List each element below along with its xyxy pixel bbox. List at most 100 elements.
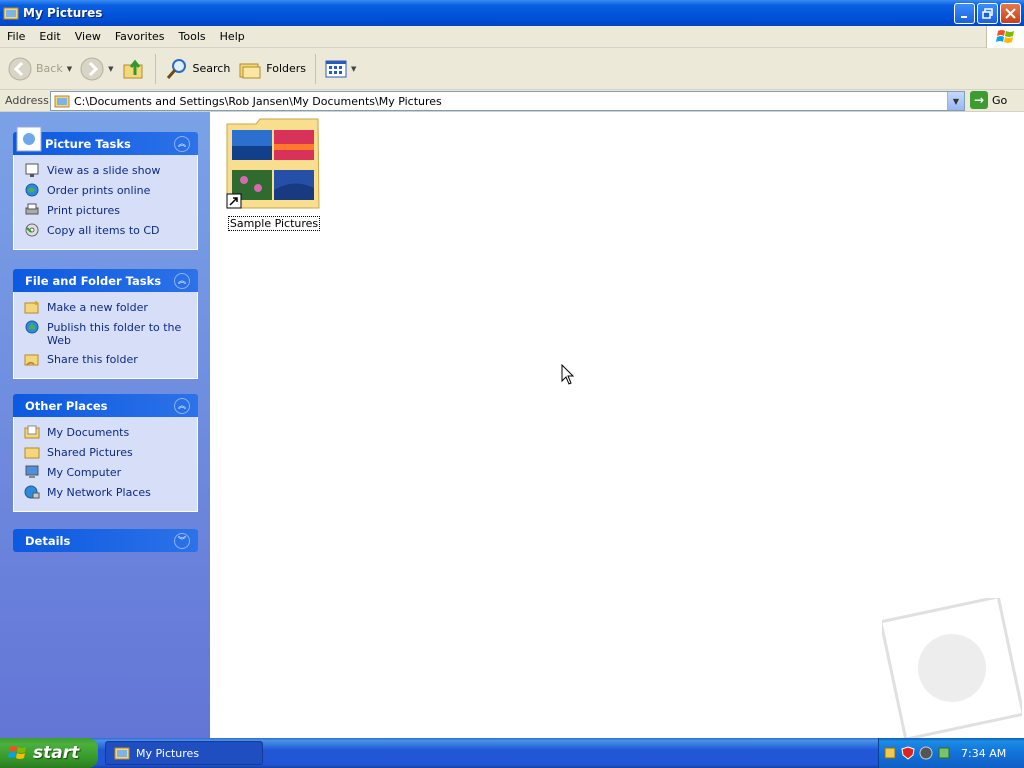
picture-tasks-panel: Picture Tasks ︽ View as a slide show Ord…: [13, 126, 198, 250]
collapse-chevron-icon[interactable]: ︽: [174, 135, 190, 152]
expand-chevron-icon[interactable]: ︾: [174, 532, 190, 549]
folder-item[interactable]: Sample Pictures: [226, 118, 322, 231]
file-folder-tasks-body: Make a new folder Publish this folder to…: [13, 292, 198, 379]
start-button[interactable]: start: [0, 738, 98, 768]
publish-web-icon: [24, 319, 40, 335]
address-dropdown-button[interactable]: ▼: [947, 92, 964, 110]
folder-icon: [24, 444, 40, 460]
search-label: Search: [192, 62, 231, 75]
slideshow-icon: [24, 162, 40, 178]
my-documents-icon: [24, 424, 40, 440]
other-places-body: My Documents Shared Pictures My Computer…: [13, 417, 198, 512]
place-my-documents[interactable]: My Documents: [24, 424, 197, 440]
security-shield-icon[interactable]: [901, 746, 915, 760]
tray-network-icon[interactable]: [883, 746, 897, 760]
folders-icon: [239, 63, 261, 78]
share-folder-icon: [24, 351, 40, 367]
watermark-picture-icon: [882, 598, 1022, 738]
folder-icon: [3, 7, 19, 20]
up-folder-button[interactable]: [118, 51, 150, 87]
menu-bar: File Edit View Favorites Tools Help: [0, 26, 1024, 48]
menu-tools[interactable]: Tools: [172, 30, 213, 43]
other-places-panel: Other Places ︽ My Documents Shared Pictu…: [13, 394, 198, 512]
start-label: start: [33, 743, 80, 763]
cd-icon: [24, 222, 40, 238]
taskbar-window-label: My Pictures: [136, 746, 200, 760]
globe-icon: [24, 182, 40, 198]
address-label: Address: [5, 94, 49, 107]
place-my-computer[interactable]: My Computer: [24, 464, 197, 480]
address-input[interactable]: C:\Documents and Settings\Rob Jansen\My …: [50, 91, 965, 111]
task-print-pictures[interactable]: Print pictures: [24, 202, 197, 218]
forward-button[interactable]: ▼: [76, 51, 117, 87]
other-places-header[interactable]: Other Places ︽: [13, 394, 198, 417]
details-header[interactable]: Details ︾: [13, 529, 198, 552]
picture-tasks-title: Picture Tasks: [45, 136, 131, 151]
clock[interactable]: 7:34 AM: [961, 747, 1006, 760]
views-dropdown-icon[interactable]: ▼: [351, 65, 356, 73]
folder-icon: [54, 95, 70, 108]
menu-file[interactable]: File: [0, 30, 32, 43]
mouse-cursor-icon: [561, 364, 575, 385]
menu-help[interactable]: Help: [213, 30, 252, 43]
task-order-prints[interactable]: Order prints online: [24, 182, 197, 198]
picture-tasks-body: View as a slide show Order prints online…: [13, 155, 198, 250]
address-bar: Address C:\Documents and Settings\Rob Ja…: [0, 90, 1024, 112]
back-button[interactable]: Back ▼: [4, 51, 76, 87]
task-publish-to-web[interactable]: Publish this folder to the Web: [24, 319, 197, 347]
windows-logo-icon: [8, 746, 26, 759]
place-my-network-places[interactable]: My Network Places: [24, 484, 197, 500]
minimize-icon: [960, 15, 967, 18]
go-label: Go: [992, 93, 1008, 107]
tray-speaker-icon[interactable]: [937, 746, 951, 760]
task-pane: Picture Tasks ︽ View as a slide show Ord…: [0, 112, 210, 738]
file-folder-tasks-header[interactable]: File and Folder Tasks ︽: [13, 269, 198, 292]
views-icon: [325, 60, 347, 77]
collapse-chevron-icon[interactable]: ︽: [174, 397, 190, 414]
menu-edit[interactable]: Edit: [32, 30, 67, 43]
menu-view[interactable]: View: [68, 30, 108, 43]
menu-favorites[interactable]: Favorites: [108, 30, 172, 43]
file-folder-tasks-title: File and Folder Tasks: [25, 273, 162, 288]
address-value: C:\Documents and Settings\Rob Jansen\My …: [74, 94, 442, 108]
network-places-icon: [24, 484, 40, 500]
toolbar-separator: [154, 53, 156, 84]
toolbar: Back ▼ ▼ Search Folders ▼: [0, 48, 1024, 90]
details-panel: Details ︾: [13, 529, 198, 552]
task-view-slide-show[interactable]: View as a slide show: [24, 162, 197, 178]
restore-icon: [982, 8, 993, 19]
task-make-new-folder[interactable]: Make a new folder: [24, 299, 197, 315]
place-shared-pictures[interactable]: Shared Pictures: [24, 444, 197, 460]
printer-icon: [24, 202, 40, 218]
folder-thumbnail-icon: [226, 118, 320, 209]
file-view[interactable]: Sample Pictures: [210, 112, 1024, 738]
minimize-button[interactable]: [954, 3, 975, 24]
system-tray: 7:34 AM: [878, 738, 1024, 768]
collapse-chevron-icon[interactable]: ︽: [174, 272, 190, 289]
tray-app-icon[interactable]: [919, 746, 933, 760]
folder-label: Sample Pictures: [227, 216, 321, 231]
close-button[interactable]: [1000, 3, 1021, 24]
details-title: Details: [25, 533, 71, 548]
close-icon: [1005, 8, 1016, 19]
my-computer-icon: [24, 464, 40, 480]
go-button[interactable]: → Go: [970, 91, 1007, 109]
up-folder-icon: [123, 59, 142, 78]
windows-logo-icon: [986, 26, 1024, 48]
taskbar-window-button[interactable]: My Pictures: [105, 741, 263, 765]
forward-dropdown-icon[interactable]: ▼: [108, 65, 113, 73]
title-bar: My Pictures: [0, 0, 1024, 26]
picture-tasks-icon: [16, 126, 42, 152]
back-label: Back: [36, 62, 63, 75]
folders-label: Folders: [266, 62, 307, 75]
back-dropdown-icon[interactable]: ▼: [67, 65, 72, 73]
restore-button[interactable]: [977, 3, 998, 24]
folder-icon: [114, 747, 130, 760]
forward-arrow-icon: [80, 57, 104, 80]
folders-button[interactable]: Folders: [234, 51, 310, 87]
task-copy-to-cd[interactable]: Copy all items to CD: [24, 222, 197, 238]
views-button[interactable]: ▼: [321, 51, 360, 87]
file-folder-tasks-panel: File and Folder Tasks ︽ Make a new folde…: [13, 269, 198, 379]
task-share-folder[interactable]: Share this folder: [24, 351, 197, 367]
search-button[interactable]: Search: [161, 51, 235, 87]
